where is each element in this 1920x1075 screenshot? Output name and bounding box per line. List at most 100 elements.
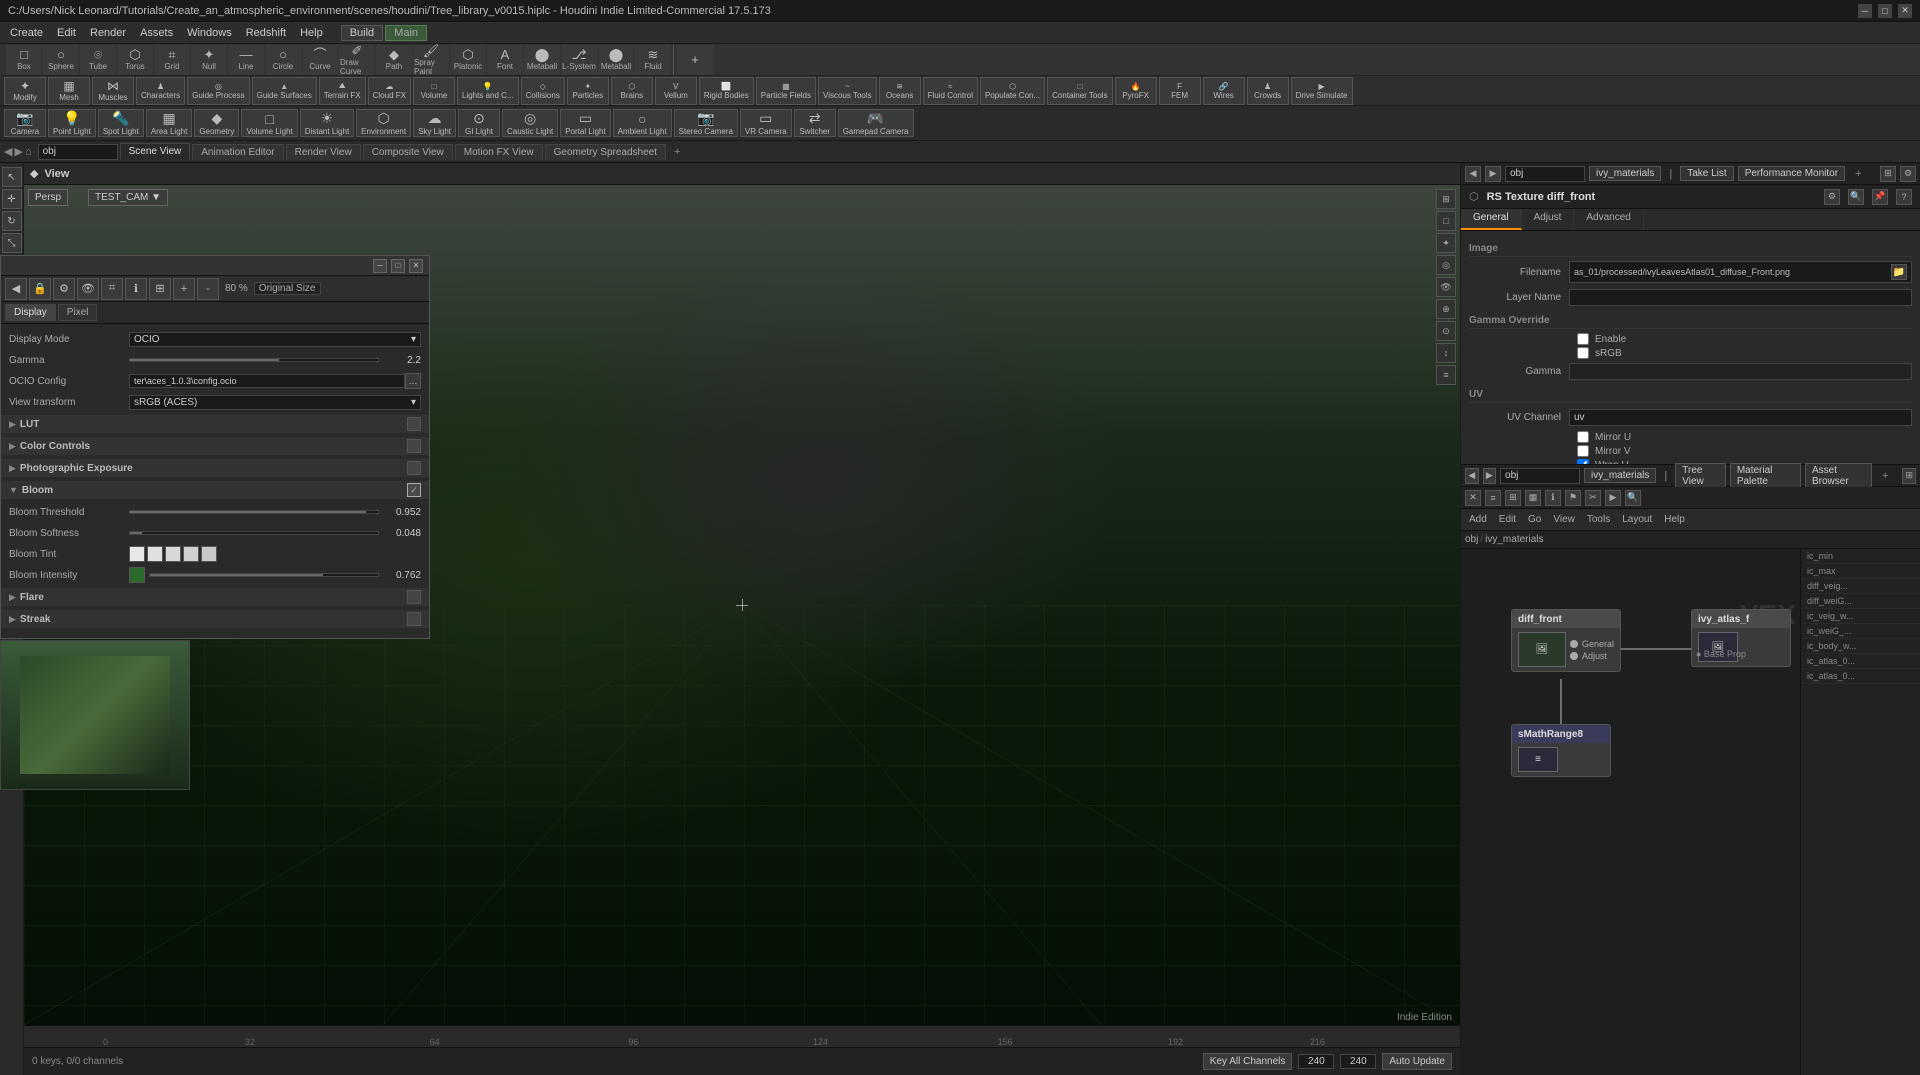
fp-flare-toggle[interactable] (407, 590, 421, 604)
fp-gamma-track[interactable] (129, 358, 379, 362)
ne-info-btn[interactable]: ℹ (1545, 490, 1561, 506)
node-canvas[interactable]: VEX Builder diff_front 🖼 General (1461, 549, 1920, 1075)
point-light-btn[interactable]: 💡Point Light (48, 109, 96, 137)
torus-tool[interactable]: ⬡Torus (117, 45, 153, 75)
draw-curve-tool[interactable]: ✐Draw Curve (339, 45, 375, 75)
tab-composite-view[interactable]: Composite View (363, 144, 453, 160)
ne-resize-btn[interactable]: ⊞ (1902, 468, 1916, 484)
ne-grid-btn[interactable]: ▦ (1525, 490, 1541, 506)
ne-search-btn2[interactable]: 🔍 (1625, 490, 1641, 506)
fp-color-toggle[interactable] (407, 439, 421, 453)
particles-btn[interactable]: ✦Particles (567, 77, 609, 105)
vp-ctrl-2[interactable]: □ (1436, 211, 1456, 231)
vp-ctrl-1[interactable]: ⊞ (1436, 189, 1456, 209)
ne-layout-menu[interactable]: Layout (1618, 514, 1656, 525)
node-list-item-7[interactable]: ic_body_w... (1801, 639, 1920, 654)
rs-filename-value[interactable]: as_01/processed/ivyLeavesAtlas01_diffuse… (1569, 261, 1912, 283)
rs-enable-checkbox[interactable] (1577, 333, 1589, 345)
menu-redshift[interactable]: Redshift (240, 25, 292, 41)
tint-swatch-5[interactable] (201, 546, 217, 562)
menu-windows[interactable]: Windows (181, 25, 238, 41)
guide-surfaces-btn[interactable]: ▲Guide Surfaces (252, 77, 317, 105)
fp-ocio-value[interactable]: ter\aces_1.0.3\config.ocio (129, 374, 405, 388)
vellum-btn[interactable]: VVellum (655, 77, 697, 105)
rs-gamma-value[interactable] (1569, 363, 1912, 380)
fp-streak-toggle[interactable] (407, 612, 421, 626)
fp-display-tab[interactable]: Display (5, 304, 56, 321)
build-button[interactable]: Build (341, 25, 383, 41)
lights-btn[interactable]: 💡Lights and C... (457, 77, 519, 105)
vp-ctrl-3[interactable]: ✦ (1436, 233, 1456, 253)
fem-btn[interactable]: FFEM (1159, 77, 1201, 105)
terrain-fx-btn[interactable]: ⛰Terrain FX (319, 77, 366, 105)
volume-light-btn[interactable]: □Volume Light (241, 109, 297, 137)
node-list-item-5[interactable]: ic_veig_w... (1801, 609, 1920, 624)
node-list-item-6[interactable]: ic_weiG_... (1801, 624, 1920, 639)
fp-close-btn[interactable]: ✕ (409, 259, 423, 273)
tab-render-view[interactable]: Render View (286, 144, 361, 160)
rs-layername-value[interactable] (1569, 289, 1912, 306)
menu-help[interactable]: Help (294, 25, 329, 41)
geometry-light-btn[interactable]: ◆Geometry (194, 109, 239, 137)
metaball2-tool[interactable]: ⬤Metaball (598, 45, 634, 75)
box-tool[interactable]: □Box (6, 45, 42, 75)
node-list-item-2[interactable]: ic_max (1801, 564, 1920, 579)
rs-layername-input[interactable] (1574, 292, 1907, 303)
fp-streak-section[interactable]: ▶ Streak (1, 610, 429, 628)
vp-ctrl-9[interactable]: ≡ (1436, 365, 1456, 385)
image-preview-canvas[interactable] (1, 641, 189, 789)
ne-help-menu[interactable]: Help (1660, 514, 1689, 525)
fp-lock-btn[interactable]: 🔒 (29, 278, 51, 300)
fp-view-transform-dropdown[interactable]: sRGB (ACES) ▾ (129, 395, 421, 410)
vp-ctrl-5[interactable]: 👁 (1436, 277, 1456, 297)
ne-add-menu[interactable]: Add (1465, 514, 1491, 525)
fp-bloom-intensity-color[interactable] (129, 567, 145, 583)
fp-arrow-btn[interactable]: ◀ (5, 278, 27, 300)
grid-tool[interactable]: ⌗Grid (154, 45, 190, 75)
node-list-item-4[interactable]: diff_weiG... (1801, 594, 1920, 609)
rs-help-btn[interactable]: ? (1896, 189, 1912, 205)
guide-process-btn[interactable]: ◎Guide Process (187, 77, 249, 105)
fp-gear-btn[interactable]: ⚙ (53, 278, 75, 300)
rs-search-btn[interactable]: 🔍 (1848, 189, 1864, 205)
breadcrumb-ivy-materials[interactable]: ivy_materials (1485, 534, 1543, 545)
curve-tool[interactable]: ⌒Curve (302, 45, 338, 75)
line-tool[interactable]: —Line (228, 45, 264, 75)
modify-btn[interactable]: ✦Modify (4, 77, 46, 105)
gamepad-camera-btn[interactable]: 🎮Gamepad Camera (838, 109, 914, 137)
maximize-button[interactable]: □ (1878, 4, 1892, 18)
node-list-item-8[interactable]: ic_atlas_0... (1801, 654, 1920, 669)
rs-gear-btn[interactable]: ⚙ (1824, 189, 1840, 205)
gi-light-btn[interactable]: ⊙GI Light (458, 109, 500, 137)
characters-btn[interactable]: ♟Characters (136, 77, 185, 105)
environment-light-btn[interactable]: ⬡Environment (356, 109, 411, 137)
auto-update-btn[interactable]: Auto Update (1382, 1053, 1452, 1070)
wires-btn[interactable]: 🔗Wires (1203, 77, 1245, 105)
breadcrumb-obj[interactable]: obj (1465, 534, 1478, 545)
node-list-item-3[interactable]: diff_veig... (1801, 579, 1920, 594)
node-smath-range8[interactable]: sMathRange8 ≡ (1511, 724, 1611, 777)
rp-ivy-materials-tab[interactable]: ivy_materials (1589, 166, 1661, 181)
tab-motion-fx[interactable]: Motion FX View (455, 144, 543, 160)
minimize-button[interactable]: ─ (1858, 4, 1872, 18)
sky-light-btn[interactable]: ☁Sky Light (413, 109, 456, 137)
fp-lut-toggle[interactable] (407, 417, 421, 431)
ne-tile-btn[interactable]: ⊞ (1505, 490, 1521, 506)
rp-perf-monitor-btn[interactable]: Performance Monitor (1738, 166, 1845, 181)
fp-bloom-section[interactable]: ▼ Bloom ✓ (1, 481, 429, 499)
particle-fields-btn[interactable]: ▦Particle Fields (756, 77, 816, 105)
node-list-item-1[interactable]: ic_min (1801, 549, 1920, 564)
ne-ivy-tab[interactable]: ivy_materials (1584, 468, 1656, 483)
muscles-btn[interactable]: ⋈Muscles (92, 77, 134, 105)
rs-uvchannel-input[interactable] (1574, 412, 1907, 423)
fp-bloom-softness-track[interactable] (129, 531, 379, 535)
ne-mat-palette-btn[interactable]: Material Palette (1730, 463, 1801, 489)
plus-tool[interactable]: + (677, 45, 713, 75)
stereo-camera-btn[interactable]: 📷Stereo Camera (674, 109, 738, 137)
rs-tab-advanced[interactable]: Advanced (1574, 209, 1643, 230)
rs-mirrorv-checkbox[interactable] (1577, 445, 1589, 457)
vp-ctrl-7[interactable]: ⊙ (1436, 321, 1456, 341)
nav-home-btn[interactable]: ⌂ (25, 146, 32, 158)
portal-light-btn[interactable]: ▭Portal Light (560, 109, 610, 137)
ne-back-btn[interactable]: ◀ (1465, 468, 1479, 484)
